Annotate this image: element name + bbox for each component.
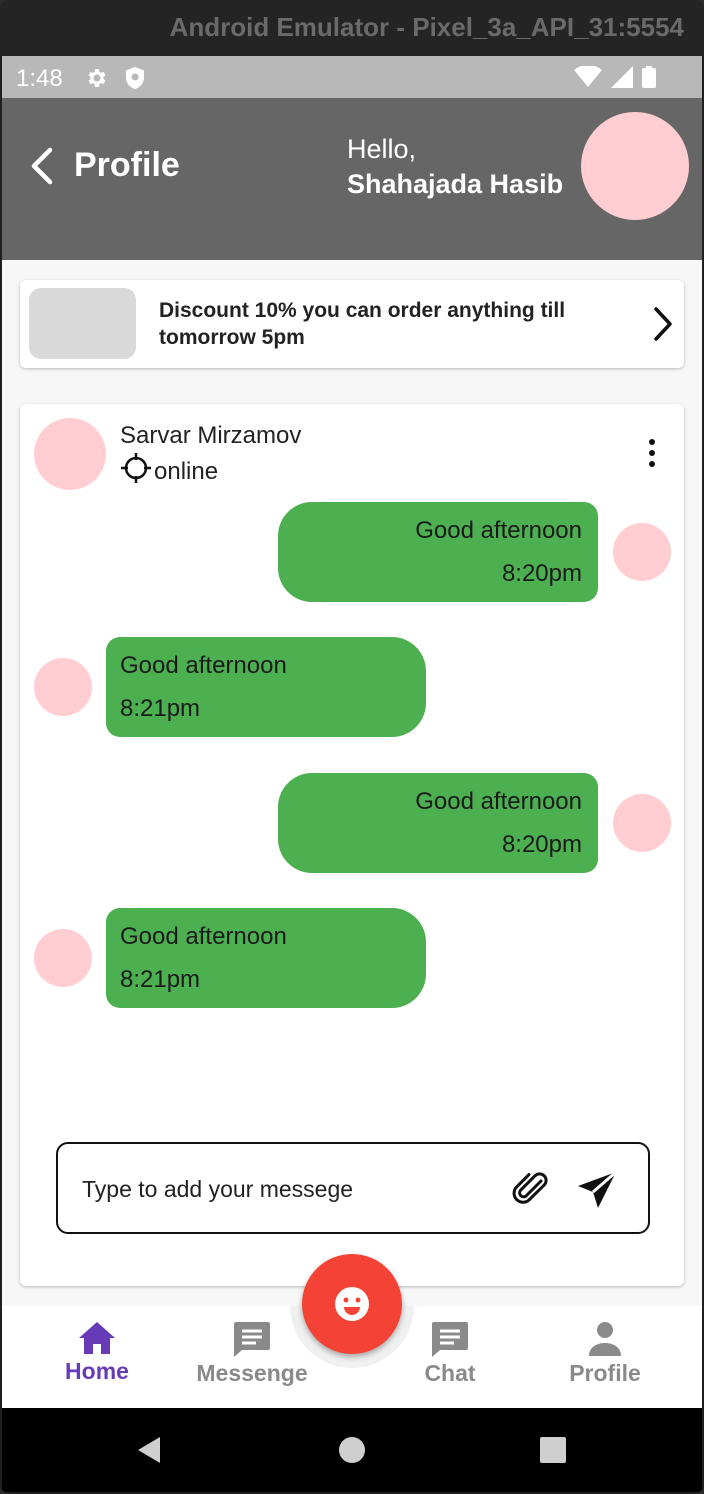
contact-avatar[interactable] [34, 418, 106, 490]
message-bubble: Good afternoon 8:21pm [106, 908, 426, 1008]
message-input[interactable] [82, 1176, 482, 1203]
contact-name: Sarvar Mirzamov [120, 422, 302, 449]
status-time: 1:48 [16, 65, 63, 92]
status-bar: 1:48 [2, 56, 702, 98]
more-vert-icon[interactable] [646, 438, 658, 468]
message-input-box [56, 1142, 650, 1234]
nav-item-chat[interactable]: Chat [380, 1320, 520, 1387]
contact-status: online [120, 452, 218, 491]
emulator-window: Android Emulator - Pixel_3a_API_31:5554 … [0, 0, 704, 1494]
message-icon [182, 1320, 322, 1358]
nav-label-home: Home [65, 1358, 129, 1384]
message-text: Good afternoon [120, 652, 287, 679]
chat-card: Sarvar Mirzamov online Good afternoon 8:… [20, 404, 684, 1286]
message-bubble: Good afternoon 8:20pm [278, 773, 598, 873]
message-bubble: Good afternoon 8:21pm [106, 637, 426, 737]
back-arrow-icon[interactable] [28, 146, 58, 186]
attach-icon[interactable] [512, 1172, 552, 1213]
message-text: Good afternoon [415, 517, 582, 544]
banner-thumbnail [29, 288, 136, 359]
nav-item-messenge[interactable]: Messenge [182, 1320, 322, 1387]
message-time: 8:20pm [501, 560, 582, 587]
back-triangle-icon[interactable] [136, 1435, 162, 1470]
status-right-icons [574, 64, 656, 93]
message-avatar [613, 794, 671, 852]
message-text: Good afternoon [120, 923, 287, 950]
message-time: 8:21pm [120, 966, 201, 993]
chat-icon [380, 1320, 520, 1358]
home-circle-icon[interactable] [339, 1437, 365, 1463]
nav-label-chat: Chat [424, 1360, 476, 1386]
person-icon [535, 1320, 675, 1358]
send-icon[interactable] [576, 1170, 618, 1215]
crosshair-icon [120, 452, 152, 491]
user-avatar[interactable] [581, 112, 689, 220]
signal-icon [610, 66, 634, 93]
message-text: Good afternoon [415, 788, 582, 815]
home-icon [27, 1320, 167, 1356]
discount-banner[interactable]: Discount 10% you can order anything till… [20, 280, 684, 368]
greeting-user-name: Shahajada Hasib [347, 169, 564, 199]
nav-label-messenge: Messenge [196, 1360, 308, 1386]
page-title: Profile [74, 146, 180, 184]
banner-text: Discount 10% you can order anything till… [159, 299, 566, 349]
wifi-icon [574, 64, 602, 93]
gear-icon [84, 66, 108, 95]
nav-item-home[interactable]: Home [27, 1320, 167, 1385]
emulator-titlebar: Android Emulator - Pixel_3a_API_31:5554 [0, 0, 704, 56]
smiley-icon [335, 1287, 369, 1321]
nav-item-profile[interactable]: Profile [535, 1320, 675, 1387]
contact-status-text: online [154, 457, 219, 485]
message-time: 8:21pm [120, 695, 201, 722]
device-screen: 1:48 Profile Hello, Shahajada Hasib Disc… [2, 56, 702, 1492]
message-avatar [34, 658, 92, 716]
chevron-right-icon[interactable] [652, 306, 674, 347]
message-bubble: Good afternoon 8:20pm [278, 502, 598, 602]
emulator-title: Android Emulator - Pixel_3a_API_31:5554 [169, 12, 684, 42]
message-avatar [613, 523, 671, 581]
greeting: Hello, Shahajada Hasib [347, 134, 563, 200]
app-header: Profile Hello, Shahajada Hasib [2, 98, 702, 260]
battery-icon [642, 66, 656, 93]
emoji-fab-button[interactable] [302, 1254, 402, 1354]
greeting-hello: Hello, [347, 134, 417, 164]
message-avatar [34, 929, 92, 987]
message-time: 8:20pm [501, 831, 582, 858]
system-navigation-bar [2, 1408, 702, 1492]
nav-label-profile: Profile [569, 1360, 641, 1386]
shield-icon [124, 66, 146, 95]
recents-square-icon[interactable] [540, 1437, 566, 1463]
